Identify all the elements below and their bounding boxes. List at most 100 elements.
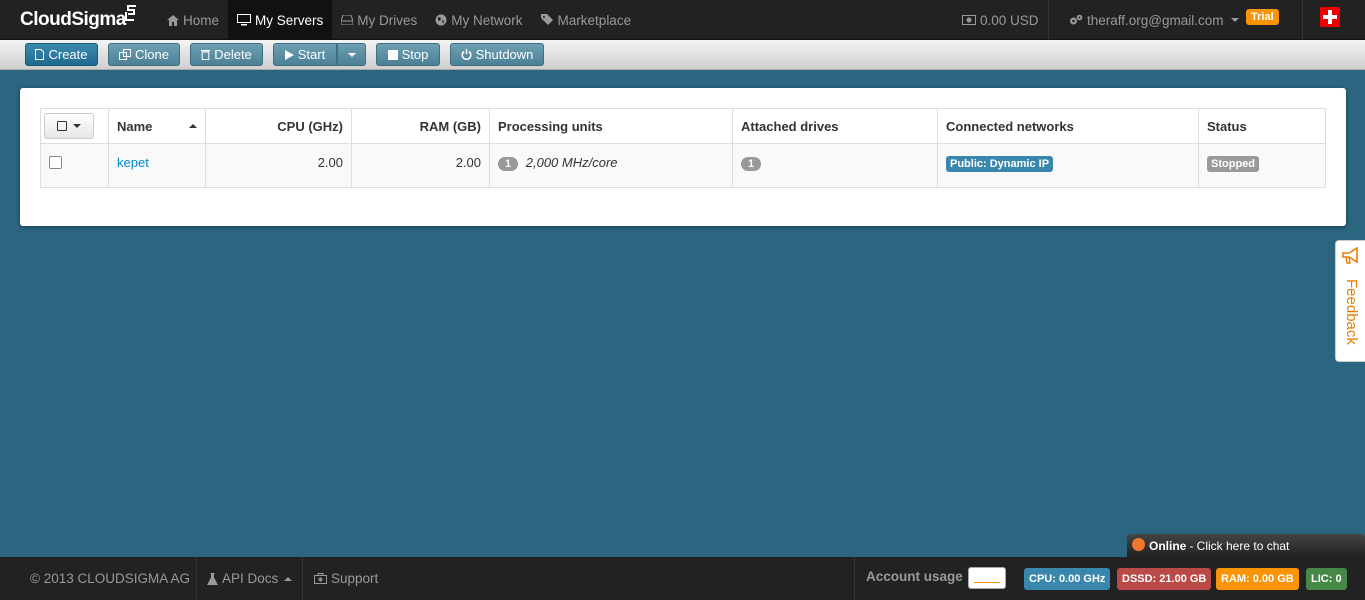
nav-item-my-drives-label: My Drives — [357, 12, 418, 28]
attached-drives-cell: 1 — [732, 143, 938, 188]
support-link[interactable]: Support — [314, 557, 378, 600]
support-icon — [314, 573, 327, 584]
stop-icon — [387, 49, 398, 60]
user-email: theraff.org@gmail.com — [1087, 12, 1224, 28]
start-button[interactable]: Start — [273, 43, 337, 66]
nav-item-my-servers[interactable]: My Servers — [228, 0, 333, 40]
gears-icon — [1069, 14, 1083, 26]
nav-divider — [1048, 0, 1049, 40]
drives-count-badge[interactable]: 1 — [741, 157, 762, 171]
chevron-down-icon — [1230, 18, 1239, 22]
copy-icon — [119, 49, 132, 60]
nav-item-marketplace[interactable]: Marketplace — [532, 0, 641, 40]
caret-down-icon — [73, 124, 81, 128]
start-label: Start — [297, 47, 326, 62]
column-header-attached-drives[interactable]: Attached drives — [732, 108, 938, 144]
account-balance[interactable]: 0.00 USD — [962, 0, 1039, 40]
nav-divider — [1302, 0, 1303, 40]
footer-divider — [854, 557, 855, 600]
dssd-usage-badge[interactable]: DSSD: 21.00 GB — [1117, 568, 1212, 590]
main-nav: Home My Servers My Drives My Network Mar… — [158, 0, 640, 40]
nav-item-home-label: Home — [183, 12, 220, 28]
nav-item-home[interactable]: Home — [158, 0, 228, 40]
flask-icon — [207, 572, 218, 585]
table-row[interactable]: kepet 2.00 2.00 1 2,000 MHz/core 1 Publi… — [40, 143, 1326, 188]
nav-item-my-network-label: My Network — [451, 12, 523, 28]
processing-units-cell: 1 2,000 MHz/core — [489, 143, 733, 188]
cpu-cell: 2.00 — [205, 143, 352, 188]
clone-label: Clone — [135, 47, 169, 62]
megaphone-icon — [1342, 247, 1358, 264]
shutdown-button[interactable]: Shutdown — [450, 43, 544, 66]
play-icon — [284, 49, 294, 60]
monitor-icon — [237, 14, 252, 26]
lic-usage-badge[interactable]: LIC: 0 — [1306, 568, 1347, 590]
status-badge: Stopped — [1207, 156, 1259, 172]
row-select-cell — [40, 143, 109, 188]
swiss-flag-icon[interactable] — [1320, 7, 1340, 27]
nav-item-my-servers-label: My Servers — [255, 12, 324, 28]
usage-sparkline-line — [974, 582, 1000, 583]
processing-detail: 2,000 MHz/core — [525, 155, 618, 170]
ram-cell: 2.00 — [351, 143, 490, 188]
ram-usage-badge[interactable]: RAM: 0.00 GB — [1216, 568, 1299, 590]
caret-down-icon — [347, 52, 356, 57]
money-icon — [962, 15, 976, 25]
chat-status: Online — [1149, 538, 1187, 553]
create-button[interactable]: Create — [25, 43, 98, 66]
connected-networks-cell: Public: Dynamic IP — [937, 143, 1199, 188]
api-docs-menu[interactable]: API Docs — [207, 557, 293, 600]
nav-item-marketplace-label: Marketplace — [557, 12, 632, 28]
column-header-status[interactable]: Status — [1198, 108, 1326, 144]
shutdown-label: Shutdown — [475, 47, 534, 62]
column-header-processing-units[interactable]: Processing units — [489, 108, 733, 144]
processing-count-badge: 1 — [498, 157, 519, 171]
column-header-name-label: Name — [117, 118, 153, 134]
status-cell: Stopped — [1198, 143, 1326, 188]
server-name-cell: kepet — [108, 143, 206, 188]
stop-button[interactable]: Stop — [376, 43, 440, 66]
tag-icon — [540, 14, 554, 26]
trial-badge: Trial — [1246, 9, 1279, 25]
nav-item-my-network[interactable]: My Network — [426, 0, 531, 40]
support-label: Support — [331, 571, 379, 586]
feedback-label: Feedback — [1343, 279, 1360, 345]
copyright: © 2013 CLOUDSIGMA AG — [30, 571, 191, 586]
bulk-select-dropdown[interactable] — [44, 113, 94, 139]
home-icon — [167, 14, 179, 26]
column-header-ram[interactable]: RAM (GB) — [351, 108, 490, 144]
file-icon — [35, 49, 45, 60]
chat-text: - Click here to chat — [1189, 538, 1290, 553]
checkbox-icon — [57, 121, 67, 131]
delete-label: Delete — [214, 47, 252, 62]
footer-divider — [302, 557, 303, 600]
delete-button[interactable]: Delete — [190, 43, 263, 66]
column-header-connected-networks[interactable]: Connected networks — [937, 108, 1199, 144]
row-checkbox[interactable] — [49, 156, 62, 169]
footer-divider — [196, 557, 197, 600]
feedback-tab[interactable]: Feedback — [1335, 240, 1365, 362]
caret-up-icon — [284, 576, 293, 581]
usage-sparkline[interactable] — [968, 567, 1006, 589]
server-name-link[interactable]: kepet — [117, 155, 149, 170]
start-dropdown-button[interactable] — [337, 43, 366, 66]
network-badge[interactable]: Public: Dynamic IP — [946, 156, 1054, 172]
trash-icon — [201, 49, 211, 60]
nav-item-my-drives[interactable]: My Drives — [332, 0, 426, 40]
stop-label: Stop — [401, 47, 429, 62]
column-header-name[interactable]: Name — [108, 108, 206, 144]
power-icon — [461, 49, 472, 60]
live-chat-button[interactable]: Online - Click here to chat — [1127, 534, 1365, 557]
account-usage-label: Account usage — [866, 569, 963, 584]
user-menu[interactable]: theraff.org@gmail.com — [1069, 0, 1239, 40]
servers-panel: Name CPU (GHz) RAM (GB) Processing units… — [20, 88, 1346, 226]
cpu-usage-badge[interactable]: CPU: 0.00 GHz — [1024, 568, 1111, 590]
drive-icon — [341, 15, 354, 25]
column-header-cpu[interactable]: CPU (GHz) — [205, 108, 352, 144]
table-header-row: Name CPU (GHz) RAM (GB) Processing units… — [40, 108, 1326, 144]
select-column-header — [40, 108, 109, 144]
clone-button[interactable]: Clone — [108, 43, 180, 66]
top-navbar: CloudSigma Home My Servers My Drives My … — [0, 0, 1365, 40]
create-label: Create — [48, 47, 88, 62]
api-docs-label: API Docs — [222, 571, 279, 586]
